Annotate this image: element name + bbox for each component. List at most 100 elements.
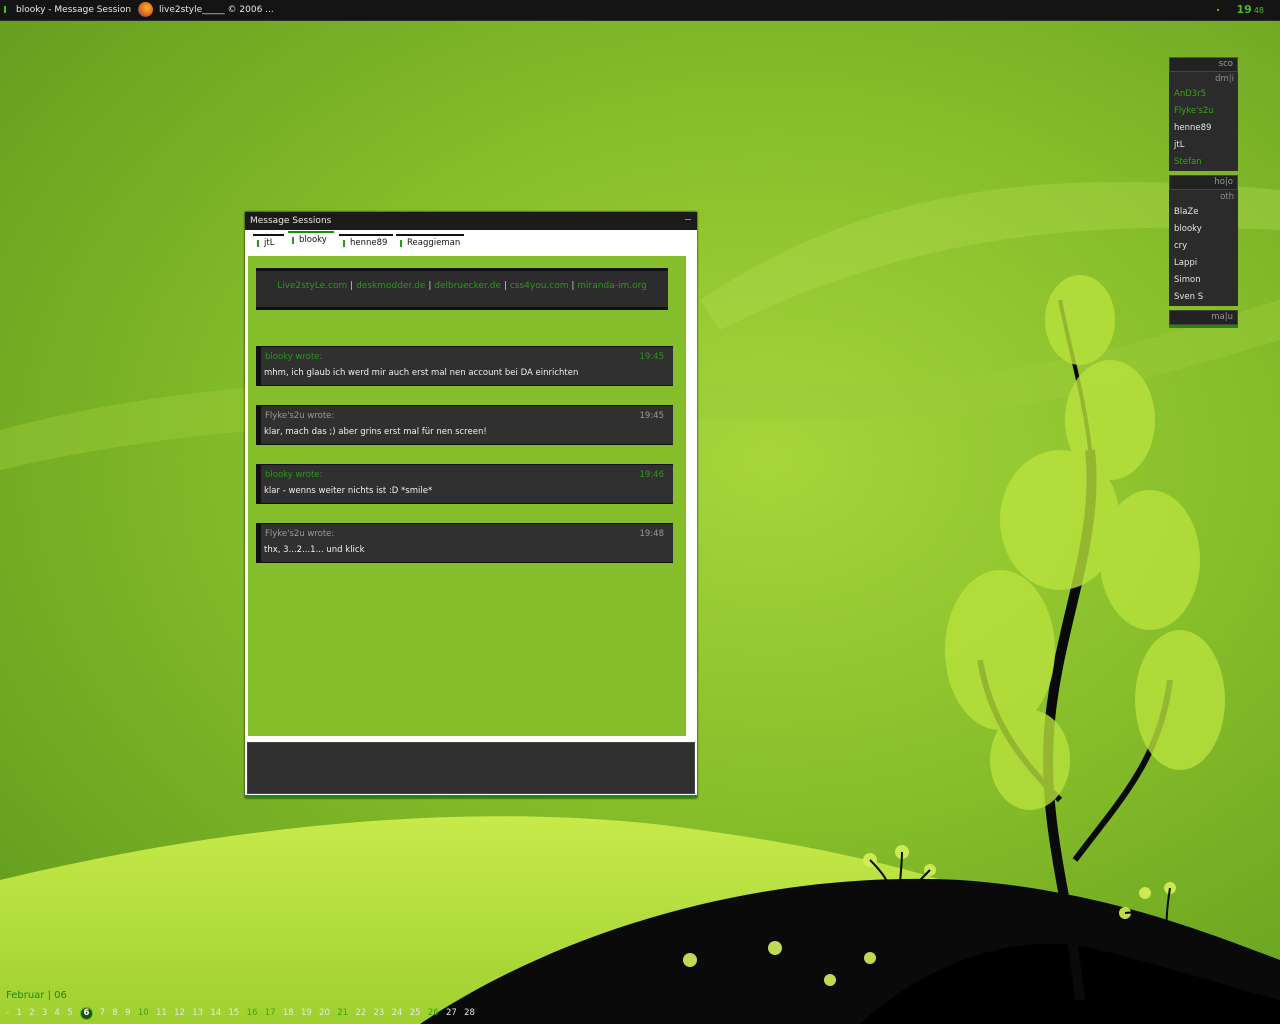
contact-item[interactable]: Sven S: [1169, 289, 1238, 306]
tab-status-icon: [257, 240, 259, 247]
calendar-day[interactable]: 26: [428, 1008, 439, 1018]
calendar-day[interactable]: 16: [247, 1008, 258, 1018]
tab-label: Reaggieman: [407, 238, 461, 248]
contact-group-header[interactable]: ho|o: [1169, 175, 1238, 190]
link-banner: Live2styLe.com | deskmodder.de | delbrue…: [256, 268, 668, 310]
calendar-day[interactable]: 7: [100, 1008, 105, 1018]
calendar-day[interactable]: 1: [16, 1008, 21, 1018]
contact-item[interactable]: Simon: [1169, 272, 1238, 289]
calendar-day[interactable]: 18: [283, 1008, 294, 1018]
calendar-day[interactable]: 14: [210, 1008, 221, 1018]
link-separator: |: [503, 281, 507, 291]
calendar-day[interactable]: 17: [265, 1008, 276, 1018]
contact-group-panel: dm|i AnD3r5 Flyke's2u henne89 jtL Stefan: [1169, 72, 1238, 171]
message-time: 19:46: [639, 470, 665, 480]
calendar-widget: Februar | 06 - 1 2 3 4 5 6 7 8 9 10 11 1…: [0, 990, 520, 1024]
tab-blooky[interactable]: blooky: [288, 231, 334, 248]
calendar-day[interactable]: 4: [55, 1008, 60, 1018]
contact-item[interactable]: AnD3r5: [1169, 86, 1238, 103]
window-title: Message Sessions: [250, 216, 332, 226]
clock-hour: 19: [1236, 3, 1252, 16]
contact-item[interactable]: BlaZe: [1169, 204, 1238, 221]
link[interactable]: miranda-im.org: [577, 281, 647, 291]
contact-group-header[interactable]: ma|u: [1169, 310, 1238, 325]
contact-group-header[interactable]: sco: [1169, 57, 1238, 72]
calendar-day[interactable]: 9: [125, 1008, 130, 1018]
taskbar-item-firefox[interactable]: live2style_____ © 2006 ...: [159, 0, 274, 20]
taskbar: blooky - Message Session live2style_____…: [0, 0, 1280, 21]
message-author: Flyke's2u wrote:: [265, 529, 335, 539]
minimize-icon[interactable]: [685, 219, 691, 220]
message-log[interactable]: Live2styLe.com | deskmodder.de | delbrue…: [247, 255, 692, 737]
link-separator: |: [350, 281, 354, 291]
message-author: Flyke's2u wrote:: [265, 411, 335, 421]
tab-label: jtL: [264, 238, 275, 248]
tab-status-icon: [400, 240, 402, 247]
message-text: klar, mach das ;) aber grins erst mal fü…: [264, 427, 487, 437]
contact-group-panel: oth BlaZe blooky cry Lappi Simon Sven S: [1169, 190, 1238, 306]
window-titlebar[interactable]: Message Sessions: [245, 212, 697, 230]
contact-item[interactable]: Flyke's2u: [1169, 103, 1238, 120]
calendar-day[interactable]: 12: [174, 1008, 185, 1018]
contact-item[interactable]: Lappi: [1169, 255, 1238, 272]
tab-label: henne89: [350, 238, 388, 248]
contact-subgroup-label[interactable]: dm|i: [1169, 72, 1238, 86]
calendar-day[interactable]: 15: [228, 1008, 239, 1018]
calendar-day[interactable]: 13: [192, 1008, 203, 1018]
calendar-day[interactable]: 5: [67, 1008, 72, 1018]
calendar-day[interactable]: 19: [301, 1008, 312, 1018]
calendar-title: Februar | 06: [6, 990, 67, 1001]
window-bottom-bar: [245, 795, 697, 798]
link-separator: |: [571, 281, 575, 291]
clock-minute: 48: [1253, 6, 1264, 15]
message-text: mhm, ich glaub ich werd mir auch erst ma…: [264, 368, 579, 378]
message-item: blooky wrote: 19:45 mhm, ich glaub ich w…: [256, 346, 673, 386]
taskbar-item-message-session[interactable]: blooky - Message Session: [16, 0, 131, 20]
contact-item[interactable]: blooky: [1169, 221, 1238, 238]
message-time: 19:45: [639, 352, 665, 362]
contact-list: sco dm|i AnD3r5 Flyke's2u henne89 jtL St…: [1169, 57, 1238, 328]
calendar-day[interactable]: 22: [355, 1008, 366, 1018]
tab-status-icon: [292, 237, 294, 244]
calendar-day[interactable]: 11: [156, 1008, 167, 1018]
calendar-prefix: -: [6, 1008, 10, 1018]
contact-item[interactable]: cry: [1169, 238, 1238, 255]
link-separator: |: [428, 281, 432, 291]
calendar-day[interactable]: 24: [392, 1008, 403, 1018]
calendar-day[interactable]: 27: [446, 1008, 457, 1018]
calendar-day[interactable]: 2: [29, 1008, 34, 1018]
link[interactable]: css4you.com: [510, 281, 569, 291]
calendar-day[interactable]: 3: [42, 1008, 47, 1018]
tab-reaggieman[interactable]: Reaggieman: [396, 234, 464, 251]
calendar-day[interactable]: 10: [138, 1008, 149, 1018]
calendar-day-today[interactable]: 6: [79, 1007, 93, 1020]
taskbar-clock: 19 48: [1237, 0, 1265, 20]
contact-item[interactable]: henne89: [1169, 120, 1238, 137]
message-item: Flyke's2u wrote: 19:48 thx, 3...2...1...…: [256, 523, 673, 563]
calendar-days: - 1 2 3 4 5 6 7 8 9 10 11 12 13 14 15 16…: [6, 1007, 480, 1020]
message-input[interactable]: [247, 742, 695, 794]
contact-item[interactable]: jtL: [1169, 137, 1238, 154]
message-text: thx, 3...2...1... und klick: [264, 545, 365, 555]
link[interactable]: Live2styLe.com: [277, 281, 347, 291]
tab-label: blooky: [299, 235, 327, 245]
calendar-day[interactable]: 8: [112, 1008, 117, 1018]
contact-item[interactable]: Stefan: [1169, 154, 1238, 171]
taskbar-indicator: [4, 6, 6, 13]
contact-subgroup-label[interactable]: oth: [1169, 190, 1238, 204]
calendar-day[interactable]: 23: [373, 1008, 384, 1018]
message-author: blooky wrote:: [265, 470, 323, 480]
message-author: blooky wrote:: [265, 352, 323, 362]
link[interactable]: deskmodder.de: [356, 281, 425, 291]
calendar-day[interactable]: 25: [410, 1008, 421, 1018]
tab-henne89[interactable]: henne89: [339, 234, 393, 251]
calendar-day[interactable]: 28: [464, 1008, 475, 1018]
calendar-day[interactable]: 21: [337, 1008, 348, 1018]
message-item: Flyke's2u wrote: 19:45 klar, mach das ;)…: [256, 405, 673, 445]
message-text: klar - wenns weiter nichts ist :D *smile…: [264, 486, 433, 496]
link[interactable]: delbruecker.de: [434, 281, 501, 291]
firefox-icon[interactable]: [138, 2, 153, 17]
tab-jtl[interactable]: jtL: [253, 234, 284, 251]
calendar-day[interactable]: 20: [319, 1008, 330, 1018]
message-time: 19:45: [639, 411, 665, 421]
